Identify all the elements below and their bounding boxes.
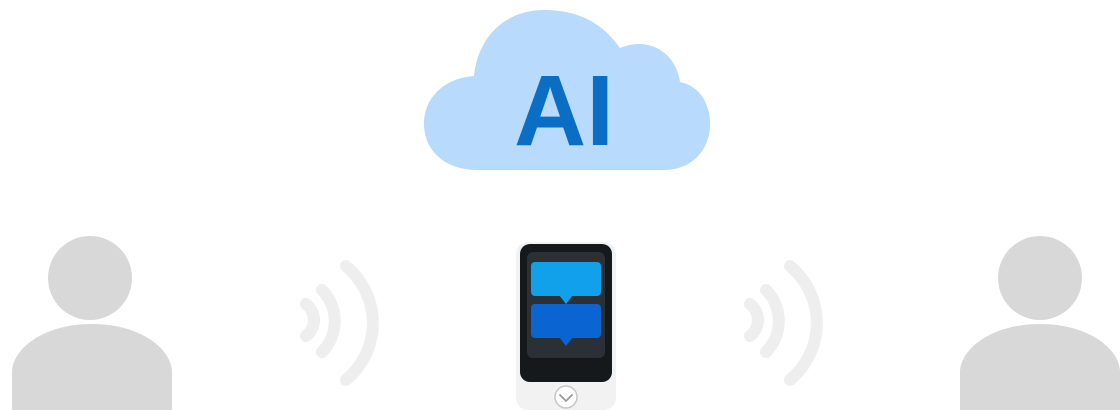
device-home-button[interactable] [554,385,578,409]
translation-diagram: AI [12,10,1120,410]
sound-waves-icon [300,260,379,386]
signal-right [744,260,823,386]
person-right [960,236,1120,410]
translator-device [516,242,616,410]
person-icon [12,236,172,410]
sound-waves-icon [744,260,823,386]
person-icon [960,236,1120,410]
cloud-label: AI [514,55,614,167]
ai-cloud: AI [424,10,710,170]
signal-left [300,260,379,386]
person-left [12,236,172,410]
